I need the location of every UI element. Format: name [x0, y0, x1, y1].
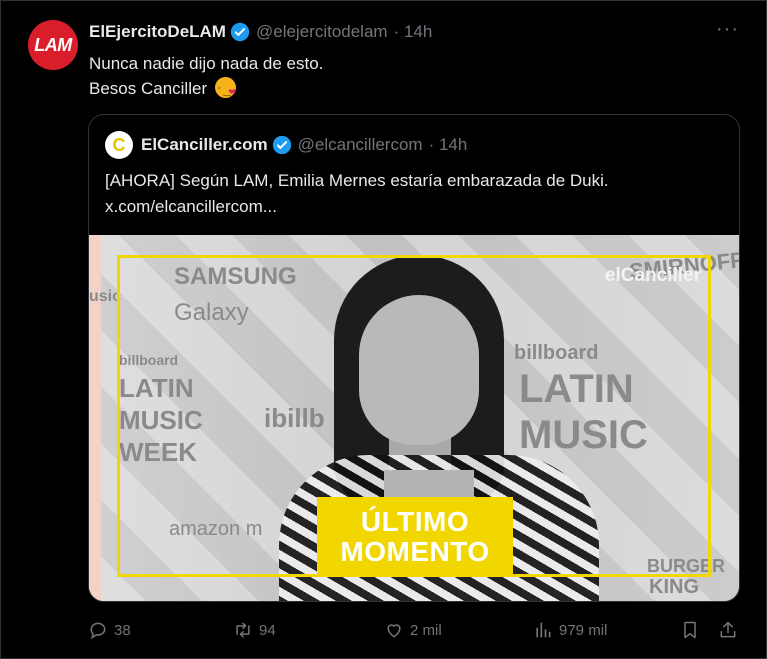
quote-author-handle[interactable]: @elcancillercom: [298, 135, 423, 155]
quote-image[interactable]: SAMSUNG Galaxy billboard LATIN MUSIC WEE…: [89, 235, 739, 601]
watermark-logo: elCanciller: [604, 265, 701, 286]
tweet-header: ElEjercitoDeLAM @elejercitodelam · 14h: [89, 22, 432, 42]
verified-badge-icon: [272, 135, 291, 155]
share-button[interactable]: [718, 620, 744, 640]
tweet-line-2: Besos Canciller: [89, 79, 208, 98]
bookmark-icon: [684, 621, 696, 639]
more-options-icon[interactable]: ···: [716, 18, 739, 41]
views-chart-icon: [536, 622, 551, 638]
badge-line-1: ÚLTIMO: [360, 506, 470, 537]
avatar-text: LAM: [34, 34, 72, 55]
bookmark-button[interactable]: [680, 620, 706, 640]
retweet-count: 94: [259, 621, 276, 639]
heart-icon: [387, 624, 401, 638]
author-name[interactable]: ElEjercitoDeLAM: [89, 22, 226, 42]
retweet-icon: [236, 622, 250, 638]
author-handle[interactable]: @elejercitodelam: [256, 22, 388, 42]
badge-line-2: MOMENTO: [340, 536, 490, 567]
views-count: 979 mil: [559, 621, 608, 639]
quote-timestamp[interactable]: · 14h: [429, 135, 468, 155]
quote-link[interactable]: x.com/elcancillercom...: [105, 194, 609, 220]
breaking-news-badge: ÚLTIMO MOMENTO: [317, 497, 513, 577]
verified-badge-icon: [230, 22, 250, 42]
tweet-line-1: Nunca nadie dijo nada de esto.: [89, 54, 324, 73]
quote-avatar[interactable]: C: [105, 131, 133, 159]
reply-count: 38: [114, 621, 131, 639]
like-count: 2 mil: [410, 621, 442, 639]
reply-icon: [90, 622, 106, 640]
share-icon: [720, 621, 736, 638]
quote-author-name[interactable]: ElCanciller.com: [141, 135, 268, 155]
avatar[interactable]: LAM: [28, 20, 78, 70]
timestamp[interactable]: · 14h: [394, 22, 433, 42]
quote-line-1: [AHORA] Según LAM, Emilia Mernes estaría…: [105, 171, 609, 190]
action-bar: 38 94 2 mil 979 mil: [88, 620, 743, 644]
views-button[interactable]: 979 mil: [533, 620, 607, 640]
kissing-face-emoji-icon: [214, 77, 236, 98]
quote-header: C ElCanciller.com @elcancillercom · 14h: [105, 131, 467, 159]
quoted-tweet[interactable]: C ElCanciller.com @elcancillercom · 14h …: [88, 114, 740, 602]
reply-button[interactable]: 38: [88, 620, 131, 640]
tweet-text: Nunca nadie dijo nada de esto. Besos Can…: [89, 51, 323, 101]
quote-text: [AHORA] Según LAM, Emilia Mernes estaría…: [105, 168, 609, 220]
retweet-button[interactable]: 94: [233, 620, 276, 640]
backdrop-text-king: KING: [649, 576, 699, 598]
like-button[interactable]: 2 mil: [384, 620, 442, 640]
